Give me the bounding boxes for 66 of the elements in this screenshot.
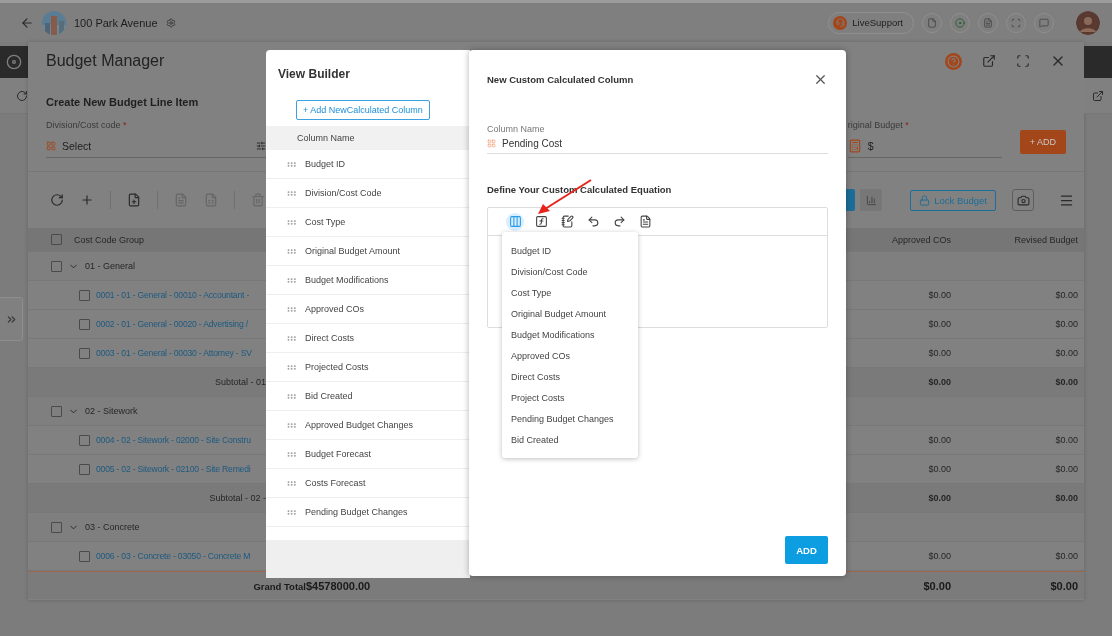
table-cell: $0.00 [1055, 551, 1078, 561]
group-label: 01 - General [85, 261, 136, 271]
table-cell: $0.00 [1055, 319, 1078, 329]
add-button[interactable]: + ADD [1019, 130, 1066, 154]
column-name[interactable]: Pending Budget Changes [305, 507, 408, 517]
menu-item[interactable]: Original Budget Amount [502, 303, 638, 324]
table-cell: $0.00 [928, 290, 951, 300]
subtotal-label: Subtotal - 02 - [209, 493, 266, 503]
column-name[interactable]: Budget Forecast [305, 449, 372, 459]
table-cell: $0.00 [928, 348, 951, 358]
table-cell: $0.00 [1055, 290, 1078, 300]
group-label: 02 - Sitework [85, 406, 138, 416]
menu-item[interactable]: Budget Modifications [502, 324, 638, 345]
column-name[interactable]: Direct Costs [305, 333, 354, 343]
table-cell: $0.00 [1055, 493, 1078, 503]
menu-item[interactable]: Cost Type [502, 282, 638, 303]
budget-field[interactable]: $ [847, 134, 1002, 158]
field-label: riginal Budget * [847, 120, 910, 130]
group-label: 03 - Concrete [85, 522, 140, 532]
column-name[interactable]: Original Budget Amount [305, 246, 401, 256]
add-column-button[interactable]: + Add NewCalculated Column [296, 100, 430, 120]
table-cell: $0.00 [1055, 348, 1078, 358]
table-cell: $0.00 [928, 551, 951, 561]
dialog-title: New Custom Calculated Column [487, 73, 634, 85]
section-label: Define Your Custom Calculated Equation [487, 184, 673, 195]
table-cell: $0.00 [928, 377, 951, 387]
column-name[interactable]: Bid Created [305, 391, 353, 401]
menu-item[interactable]: Bid Created [502, 429, 638, 450]
column-name[interactable]: Approved COs [305, 304, 365, 314]
column-name[interactable]: Budget ID [305, 159, 346, 169]
menu-item[interactable]: Budget ID [502, 240, 638, 261]
column-header: Cost Code Group [74, 234, 145, 245]
total-label: Grand Total [253, 581, 306, 592]
menu-item[interactable]: Project Costs [502, 387, 638, 408]
column-header: Revised Budget [1014, 234, 1078, 245]
table-cell: $0.00 [1055, 377, 1078, 387]
table-cell: $4578000.00 [306, 580, 371, 592]
form-title: Create New Budget Line Item [46, 96, 199, 108]
project-name[interactable]: 100 Park Avenue [74, 16, 158, 29]
column-name[interactable]: Cost Type [305, 217, 346, 227]
table-cell: $0.00 [1055, 435, 1078, 445]
table-cell: $0.00 [928, 493, 951, 503]
table-cell: $0.00 [1050, 580, 1078, 592]
table-cell: $0.00 [923, 580, 951, 592]
table-cell: $0.00 [928, 464, 951, 474]
column-name[interactable]: Costs Forecast [305, 478, 366, 488]
column-name[interactable]: Budget Modifications [305, 275, 389, 285]
field-label: Division/Cost code * [46, 120, 128, 130]
column-name-field[interactable]: Pending Cost [487, 134, 828, 154]
menu-item[interactable]: Division/Cost Code [502, 261, 638, 282]
column-name[interactable]: Division/Cost Code [305, 188, 382, 198]
division-select[interactable]: Select [46, 134, 266, 158]
table-cell: $0.00 [928, 435, 951, 445]
panel-title: View Builder [277, 66, 351, 83]
subtotal-label: Subtotal - 01 [214, 377, 266, 387]
menu-item[interactable]: Pending Budget Changes [502, 408, 638, 429]
table-cell: $0.00 [1055, 464, 1078, 474]
panel-title: Budget Manager [46, 52, 166, 70]
column-name[interactable]: Projected Costs [305, 362, 369, 372]
menu-item[interactable]: Direct Costs [502, 366, 638, 387]
column-header: Column Name [266, 126, 470, 150]
menu-item[interactable]: Approved COs [502, 345, 638, 366]
column-name[interactable]: Approved Budget Changes [305, 420, 414, 430]
column-header: Approved COs [891, 234, 951, 245]
field-label: Column Name [487, 124, 546, 134]
table-cell: $0.00 [928, 319, 951, 329]
